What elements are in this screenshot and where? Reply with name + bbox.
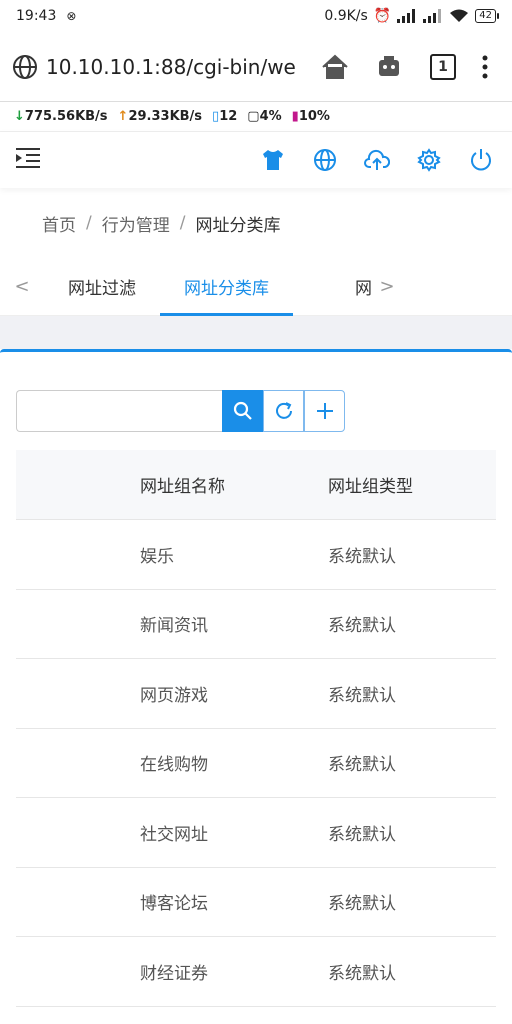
content-gap <box>0 316 512 349</box>
cell-type: 系统默认 <box>328 616 396 637</box>
gear-icon <box>417 148 441 172</box>
upload-speed: 29.33KB/s <box>128 109 203 124</box>
signal-icon <box>397 9 416 23</box>
table-row[interactable]: 娱乐 系统默认 <box>16 520 496 590</box>
cell-name: 财经证券 <box>140 963 208 984</box>
upgrade-button[interactable] <box>362 145 392 175</box>
column-header-name[interactable]: 网址组名称 <box>16 472 328 497</box>
status-bar: 19:43 ⊗ 0.9K/s ⏰ 42 <box>0 0 512 32</box>
tab-count: 1 <box>430 53 456 80</box>
table-row[interactable]: 财经证券 系统默认 <box>16 937 496 1007</box>
menu-indent-icon <box>16 148 40 168</box>
cell-type: 系统默认 <box>328 546 396 567</box>
app-header <box>0 132 512 188</box>
home-icon <box>322 54 348 79</box>
alarm-icon: ⏰ <box>373 8 392 24</box>
more-menu-button[interactable] <box>470 47 500 87</box>
table-header: 网址组名称 网址组类型 <box>16 450 496 520</box>
plus-icon <box>316 403 333 419</box>
breadcrumb-separator: / <box>86 213 92 233</box>
tshirt-icon <box>263 150 283 170</box>
tab-bar: < 网址过滤 网址分类库 网 > <box>0 258 512 316</box>
breadcrumb-separator: / <box>179 213 186 233</box>
address-bar[interactable]: 10.10.10.1:88/cgi-bin/web <box>12 54 308 80</box>
power-button[interactable] <box>466 145 496 175</box>
tabs-button[interactable]: 1 <box>416 47 470 87</box>
memory-usage: 10% <box>298 109 330 124</box>
url-group-table: 网址组名称 网址组类型 娱乐 系统默认 新闻资讯 系统默认 网页游戏 系统默认 在线购… <box>16 450 496 1007</box>
wifi-icon <box>450 9 469 22</box>
table-row[interactable]: 博客论坛 系统默认 <box>16 868 496 937</box>
table-row[interactable]: 社交网址 系统默认 <box>16 798 496 868</box>
cell-name: 娱乐 <box>140 546 174 567</box>
power-icon <box>471 149 491 171</box>
tab-scroll-right-icon[interactable]: > <box>377 276 397 297</box>
search-icon <box>233 401 252 420</box>
home-button[interactable] <box>308 47 362 87</box>
url-text: 10.10.10.1:88/cgi-bin/web <box>46 54 296 79</box>
cell-name: 网页游戏 <box>140 685 208 706</box>
tab-url-filter[interactable]: 网址过滤 <box>44 258 160 316</box>
breadcrumb: 首页 / 行为管理 / 网址分类库 <box>0 188 512 258</box>
refresh-icon <box>275 402 292 419</box>
table-row[interactable]: 网页游戏 系统默认 <box>16 659 496 729</box>
signal-icon-2 <box>423 9 442 23</box>
network-stats: ↓775.56KB/s ↑29.33KB/s ▯12 ▢4% ▮10% <box>0 102 512 132</box>
cell-type: 系统默认 <box>328 755 396 776</box>
search-button[interactable] <box>222 390 263 432</box>
network-speed: 0.9K/s <box>324 8 368 24</box>
cloud-upload-icon <box>364 149 390 170</box>
skin-button[interactable] <box>258 145 288 175</box>
notification-icon: ⊗ <box>66 9 77 23</box>
more-vertical-icon <box>482 55 488 78</box>
search-input[interactable] <box>16 390 222 432</box>
cell-name: 新闻资讯 <box>140 616 208 637</box>
robot-button[interactable] <box>362 47 416 87</box>
cell-name: 博客论坛 <box>140 894 208 915</box>
cpu-icon: ▢ <box>247 109 260 124</box>
menu-toggle-button[interactable] <box>16 147 42 173</box>
settings-button[interactable] <box>414 145 444 175</box>
memory-icon: ▮ <box>291 109 299 124</box>
breadcrumb-home[interactable]: 首页 <box>42 211 76 236</box>
download-arrow-icon: ↓ <box>14 109 25 124</box>
upload-arrow-icon: ↑ <box>117 109 129 124</box>
robot-icon <box>379 55 399 76</box>
cell-type: 系统默认 <box>328 894 396 915</box>
table-row[interactable]: 在线购物 系统默认 <box>16 729 496 798</box>
content-panel: 网址组名称 网址组类型 娱乐 系统默认 新闻资讯 系统默认 网页游戏 系统默认 在线购… <box>0 349 512 1007</box>
globe-icon <box>314 149 336 171</box>
cpu-usage: 4% <box>259 109 282 124</box>
cell-name: 社交网址 <box>140 824 208 845</box>
battery-icon: 42 <box>475 9 499 23</box>
breadcrumb-current: 网址分类库 <box>195 215 281 236</box>
column-header-type[interactable]: 网址组类型 <box>328 472 496 497</box>
toolbar <box>16 390 496 432</box>
add-button[interactable] <box>304 390 345 432</box>
tab-url-category[interactable]: 网址分类库 <box>160 258 293 316</box>
browser-toolbar: 10.10.10.1:88/cgi-bin/web 1 <box>0 32 512 102</box>
status-time: 19:43 <box>16 8 57 24</box>
connection-count: 12 <box>219 109 238 124</box>
refresh-button[interactable] <box>263 390 304 432</box>
table-row[interactable]: 新闻资讯 系统默认 <box>16 590 496 659</box>
language-button[interactable] <box>310 145 340 175</box>
cell-type: 系统默认 <box>328 685 396 706</box>
cell-name: 在线购物 <box>140 755 208 776</box>
download-speed: 775.56KB/s <box>24 109 108 124</box>
cell-type: 系统默认 <box>328 824 396 845</box>
breadcrumb-section[interactable]: 行为管理 <box>102 211 170 236</box>
globe-icon <box>13 54 37 79</box>
tab-next[interactable]: 网 <box>355 258 377 316</box>
tab-scroll-left-icon[interactable]: < <box>0 276 44 297</box>
cell-type: 系统默认 <box>328 963 396 984</box>
